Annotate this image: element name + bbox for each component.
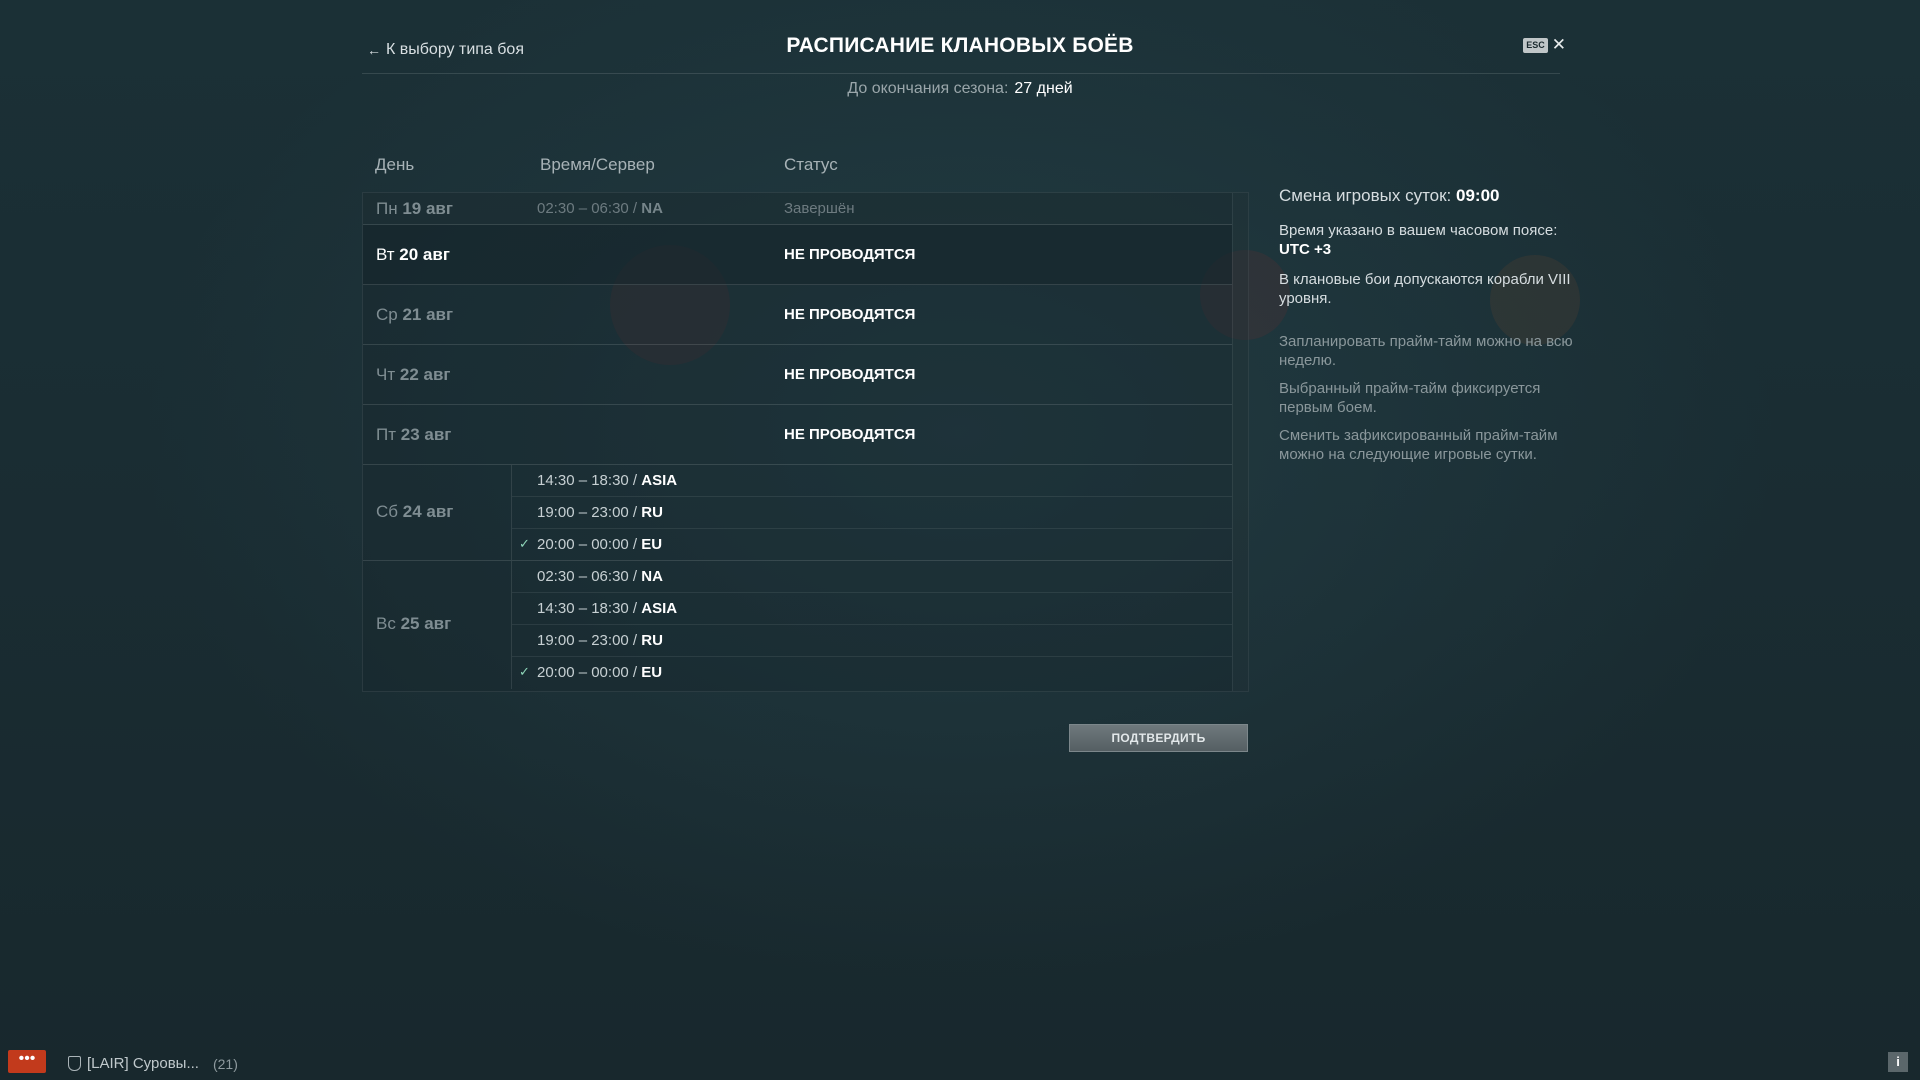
day-shift-label: Смена игровых суток: <box>1279 186 1452 205</box>
weekday: Вт <box>376 245 395 264</box>
clan-channel-button[interactable]: [LAIR] Суровы... (21) <box>68 1055 238 1072</box>
weekday: Чт <box>376 365 396 384</box>
table-row: Вт 20 авг НЕ ПРОВОДЯТСЯ <box>363 225 1232 285</box>
day-label: Вт 20 авг <box>376 245 450 265</box>
clan-shield-icon <box>68 1056 81 1071</box>
time-slot-option[interactable]: 14:30 – 18:30 / ASIA <box>537 600 677 617</box>
date: 23 авг <box>400 425 452 444</box>
day-label: Пт 23 авг <box>376 425 451 445</box>
slot-time: 02:30 – 06:30 / <box>537 568 642 585</box>
time-slot-option[interactable]: 02:30 – 06:30 / NA <box>537 568 663 585</box>
info-button[interactable]: i <box>1888 1052 1908 1072</box>
slot-time: 20:00 – 00:00 / <box>537 664 642 681</box>
day-label: Сб 24 авг <box>376 502 453 522</box>
time-slot-option[interactable]: 14:30 – 18:30 / ASIA <box>537 472 677 489</box>
weekday: Ср <box>376 305 398 324</box>
time-slot-option-selected[interactable]: 20:00 – 00:00 / EU <box>537 664 662 681</box>
date: 22 авг <box>399 365 451 384</box>
time-slot-option-selected[interactable]: 20:00 – 00:00 / EU <box>537 536 662 553</box>
time-slot-option[interactable]: 19:00 – 23:00 / RU <box>537 504 663 521</box>
weekday: Сб <box>376 502 399 521</box>
close-icon: ✕ <box>1551 35 1566 54</box>
slot-time: 20:00 – 00:00 / <box>537 536 642 553</box>
status-text: НЕ ПРОВОДЯТСЯ <box>784 426 916 443</box>
slot-server: NA <box>641 568 663 585</box>
info-panel: Смена игровых суток: 09:00 Время указано… <box>1279 186 1579 464</box>
date: 24 авг <box>402 502 454 521</box>
day-label: Чт 22 авг <box>376 365 450 385</box>
header-divider <box>362 73 1560 74</box>
slot-divider <box>512 624 1232 625</box>
slot-divider <box>512 496 1232 497</box>
tier-note: В клановые бои допускаются корабли VIII … <box>1279 271 1571 307</box>
info-note: Сменить зафиксированный прайм-тайм можно… <box>1279 427 1558 463</box>
weekday: Пн <box>376 199 398 218</box>
table-row: Чт 22 авг НЕ ПРОВОДЯТСЯ <box>363 345 1232 405</box>
checkmark-icon: ✓ <box>519 664 530 679</box>
weekday: Пт <box>376 425 397 444</box>
slot-time: 19:00 – 23:00 / <box>537 632 642 649</box>
status-text: Завершён <box>784 200 855 217</box>
season-countdown: До окончания сезона: 27 дней <box>0 80 1920 98</box>
slot-server: RU <box>641 632 663 649</box>
column-header-status: Статус <box>784 155 838 174</box>
column-header-day: День <box>375 155 415 174</box>
clan-member-count: (21) <box>212 1055 238 1072</box>
schedule-table: Пн 19 авг 02:30 – 06:30 / NA Завершён Вт… <box>362 192 1249 692</box>
esc-key-badge: ESC <box>1523 37 1548 53</box>
date: 21 авг <box>402 305 454 324</box>
weekday: Вс <box>376 614 396 633</box>
slot-server: ASIA <box>641 600 678 617</box>
day-label: Вс 25 авг <box>376 614 451 634</box>
table-row: Пн 19 авг 02:30 – 06:30 / NA Завершён <box>363 193 1232 225</box>
status-text: НЕ ПРОВОДЯТСЯ <box>784 306 916 323</box>
slot-server: EU <box>641 664 663 681</box>
scrollbar[interactable] <box>1232 193 1248 691</box>
slot-divider <box>512 592 1232 593</box>
slot-server: NA <box>641 200 663 217</box>
timezone-value: UTC +3 <box>1279 241 1332 258</box>
column-divider <box>511 561 512 689</box>
date: 20 авг <box>399 245 450 264</box>
table-row: Сб 24 авг 14:30 – 18:30 / ASIA 19:00 – 2… <box>363 465 1232 561</box>
column-divider <box>511 465 512 560</box>
confirm-button[interactable]: ПОДТВЕРДИТЬ <box>1069 724 1248 752</box>
slot-time: 19:00 – 23:00 / <box>537 504 642 521</box>
table-row: Ср 21 авг НЕ ПРОВОДЯТСЯ <box>363 285 1232 345</box>
date: 19 авг <box>402 199 453 218</box>
status-text: НЕ ПРОВОДЯТСЯ <box>784 366 916 383</box>
slot-server: ASIA <box>641 472 678 489</box>
checkmark-icon: ✓ <box>519 536 530 551</box>
time-slot-option[interactable]: 19:00 – 23:00 / RU <box>537 632 663 649</box>
status-text: НЕ ПРОВОДЯТСЯ <box>784 246 916 263</box>
slot-time: 02:30 – 06:30 / <box>537 200 642 217</box>
day-label: Ср 21 авг <box>376 305 453 325</box>
slot-time: 14:30 – 18:30 / <box>537 600 642 617</box>
page-title: РАСПИСАНИЕ КЛАНОВЫХ БОЁВ <box>786 34 1134 57</box>
day-shift-info: Смена игровых суток: 09:00 <box>1279 186 1579 206</box>
clan-label: [LAIR] Суровы... <box>87 1055 199 1072</box>
info-icon: i <box>1896 1054 1900 1069</box>
slot-server: EU <box>641 536 663 553</box>
day-label: Пн 19 авг <box>376 199 453 219</box>
table-row: Пт 23 авг НЕ ПРОВОДЯТСЯ <box>363 405 1232 465</box>
slot-server: RU <box>641 504 663 521</box>
slot-time: 14:30 – 18:30 / <box>537 472 642 489</box>
info-note: Запланировать прайм-тайм можно на всю не… <box>1279 333 1573 369</box>
slot-divider <box>512 528 1232 529</box>
date: 25 авг <box>400 614 452 633</box>
day-shift-value: 09:00 <box>1456 186 1500 205</box>
slot-divider <box>512 656 1232 657</box>
timezone-info: Время указано в вашем часовом поясе: UTC… <box>1279 221 1579 259</box>
chat-icon: ••• <box>18 1050 36 1067</box>
chat-button[interactable]: ••• <box>8 1050 46 1073</box>
season-value: 27 дней <box>1014 80 1073 97</box>
info-note: Выбранный прайм-тайм фиксируется первым … <box>1279 380 1541 416</box>
close-button[interactable]: ESC ✕ <box>1523 35 1566 54</box>
table-row: Вс 25 авг 02:30 – 06:30 / NA 14:30 – 18:… <box>363 561 1232 689</box>
timezone-label: Время указано в вашем часовом поясе: <box>1279 222 1558 239</box>
season-label: До окончания сезона: <box>847 80 1009 97</box>
time-slot: 02:30 – 06:30 / NA <box>537 200 663 217</box>
column-header-time-server: Время/Сервер <box>540 155 655 174</box>
